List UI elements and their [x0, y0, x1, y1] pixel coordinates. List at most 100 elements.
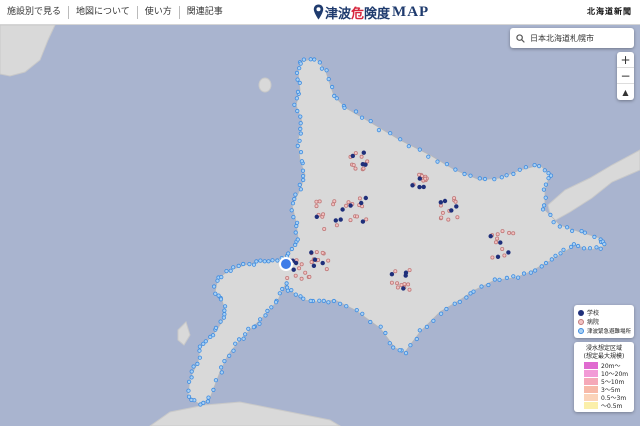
school-marker[interactable]: [449, 208, 454, 213]
hospital-marker[interactable]: [297, 266, 302, 271]
shelter-marker[interactable]: [293, 292, 298, 297]
school-marker[interactable]: [389, 272, 395, 277]
hospital-marker[interactable]: [452, 196, 457, 201]
shelter-marker[interactable]: [295, 143, 300, 148]
school-marker[interactable]: [359, 200, 364, 206]
shelter-marker[interactable]: [293, 230, 298, 235]
shelter-marker[interactable]: [557, 224, 562, 229]
shelter-marker[interactable]: [237, 337, 242, 342]
hospital-marker[interactable]: [389, 280, 394, 285]
school-marker[interactable]: [410, 183, 415, 188]
shelter-marker[interactable]: [247, 261, 252, 267]
hospital-marker[interactable]: [495, 232, 500, 237]
location-search-box[interactable]: [510, 28, 634, 48]
shelter-marker[interactable]: [360, 311, 365, 316]
school-marker[interactable]: [291, 267, 296, 272]
shelter-marker[interactable]: [286, 251, 291, 256]
shelter-marker[interactable]: [452, 301, 457, 306]
shelter-marker[interactable]: [291, 215, 296, 220]
shelter-marker[interactable]: [231, 265, 236, 270]
shelter-marker[interactable]: [558, 251, 563, 256]
shelter-marker[interactable]: [197, 344, 202, 349]
shelter-marker[interactable]: [195, 361, 200, 366]
shelter-marker[interactable]: [206, 395, 211, 400]
hospital-marker[interactable]: [324, 267, 329, 272]
zoom-in-button[interactable]: +: [617, 52, 634, 68]
shelter-marker[interactable]: [295, 237, 300, 242]
shelter-marker[interactable]: [539, 264, 544, 269]
shelter-marker[interactable]: [561, 247, 566, 252]
shelter-marker[interactable]: [387, 341, 392, 346]
shelter-marker[interactable]: [191, 364, 196, 369]
shelter-marker[interactable]: [216, 293, 221, 298]
hospital-marker[interactable]: [423, 176, 428, 181]
shelter-marker[interactable]: [511, 171, 516, 176]
shelter-marker[interactable]: [376, 128, 381, 133]
shelter-marker[interactable]: [257, 321, 262, 326]
shelter-marker[interactable]: [468, 173, 473, 178]
shelter-marker[interactable]: [444, 306, 449, 312]
hospital-marker[interactable]: [407, 268, 412, 273]
shelter-marker[interactable]: [391, 345, 396, 350]
nav-by-facility[interactable]: 施設別で見る: [0, 5, 70, 19]
shelter-marker[interactable]: [492, 277, 497, 282]
shelter-marker[interactable]: [398, 137, 403, 142]
shelter-marker[interactable]: [258, 258, 263, 263]
school-marker[interactable]: [421, 184, 426, 190]
shelter-marker[interactable]: [457, 299, 462, 304]
nav-related-articles[interactable]: 関連記事: [180, 6, 230, 19]
shelter-marker[interactable]: [270, 258, 275, 263]
shelter-marker[interactable]: [594, 245, 599, 250]
shelter-marker[interactable]: [378, 324, 383, 329]
shelter-marker[interactable]: [236, 263, 241, 268]
school-marker[interactable]: [438, 200, 443, 205]
shelter-marker[interactable]: [298, 294, 303, 299]
shelter-marker[interactable]: [277, 291, 282, 296]
shelter-marker[interactable]: [598, 246, 603, 251]
shelter-marker[interactable]: [289, 287, 294, 293]
shelter-marker[interactable]: [528, 270, 534, 275]
shelter-marker[interactable]: [329, 84, 335, 90]
shelter-marker[interactable]: [297, 80, 302, 86]
zoom-out-button[interactable]: −: [617, 68, 634, 84]
shelter-marker[interactable]: [298, 114, 303, 119]
shelter-marker[interactable]: [312, 57, 317, 62]
hospital-marker[interactable]: [299, 276, 304, 281]
shelter-marker[interactable]: [241, 261, 246, 267]
school-marker[interactable]: [401, 286, 406, 291]
shelter-marker[interactable]: [211, 387, 216, 392]
hospital-marker[interactable]: [353, 151, 358, 156]
nav-how-to-use[interactable]: 使い方: [138, 5, 180, 19]
shelter-marker[interactable]: [462, 171, 467, 177]
shelter-marker[interactable]: [211, 333, 216, 338]
hospital-marker[interactable]: [334, 223, 339, 228]
shelter-marker[interactable]: [269, 305, 274, 310]
school-marker[interactable]: [309, 250, 314, 255]
shelter-marker[interactable]: [298, 131, 303, 136]
shelter-marker[interactable]: [265, 308, 270, 313]
search-input[interactable]: [530, 33, 630, 43]
shelter-marker[interactable]: [359, 115, 365, 120]
nav-about-map[interactable]: 地図について: [69, 5, 138, 19]
shelter-marker[interactable]: [406, 144, 411, 149]
hospital-marker[interactable]: [500, 246, 505, 251]
school-marker[interactable]: [403, 270, 409, 275]
shelter-marker[interactable]: [203, 339, 208, 344]
shelter-marker[interactable]: [568, 244, 574, 249]
shelter-marker[interactable]: [326, 77, 331, 82]
hospital-marker[interactable]: [344, 203, 349, 208]
shelter-marker[interactable]: [342, 105, 347, 110]
hospital-marker[interactable]: [502, 253, 507, 258]
hospital-marker[interactable]: [402, 282, 407, 287]
shelter-marker[interactable]: [298, 150, 304, 155]
shelter-marker[interactable]: [301, 177, 306, 183]
shelter-marker[interactable]: [571, 242, 577, 247]
shelter-marker[interactable]: [218, 319, 223, 324]
shelter-marker[interactable]: [233, 341, 238, 346]
hospital-marker[interactable]: [285, 275, 290, 280]
hospital-marker[interactable]: [361, 166, 366, 171]
shelter-marker[interactable]: [189, 397, 194, 402]
hospital-marker[interactable]: [314, 250, 319, 255]
shelter-marker[interactable]: [241, 336, 246, 341]
shelter-marker[interactable]: [298, 61, 303, 66]
